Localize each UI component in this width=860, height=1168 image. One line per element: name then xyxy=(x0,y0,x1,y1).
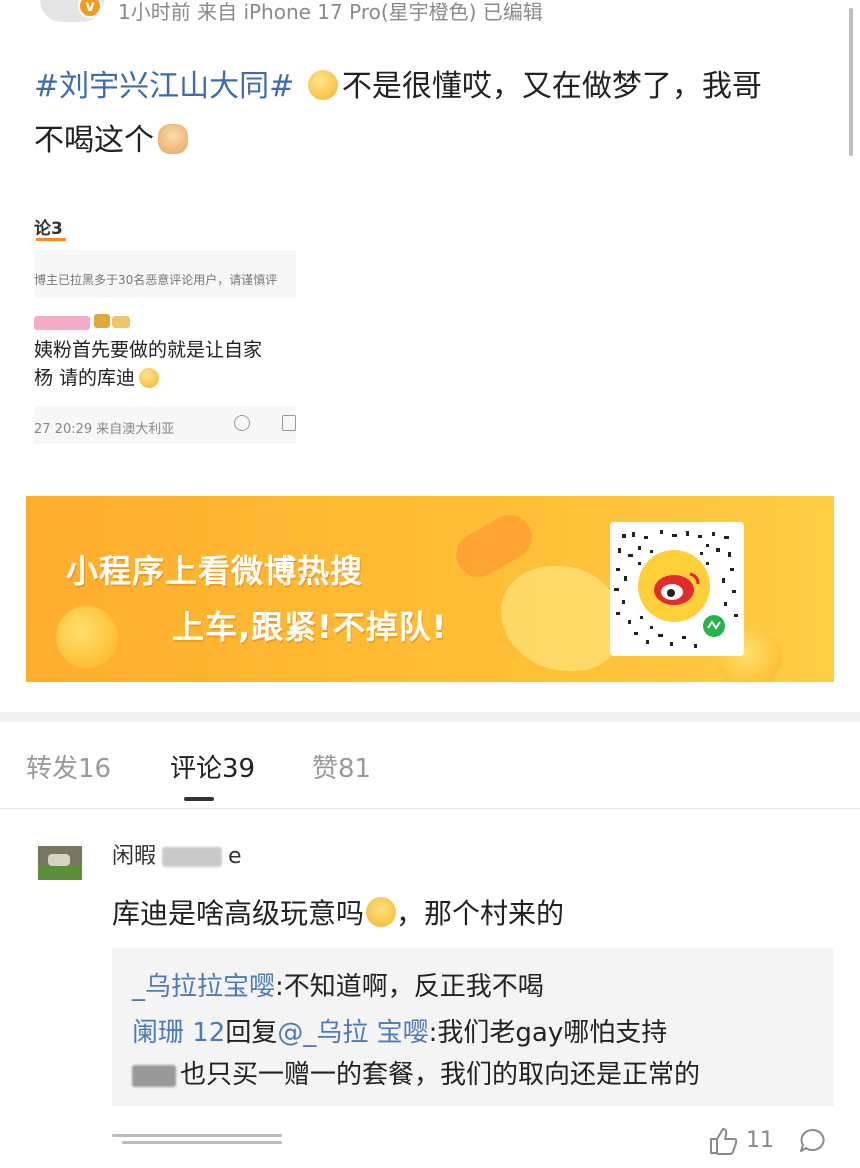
embed-username-redacted xyxy=(34,316,90,330)
crying-emoji-icon xyxy=(366,897,397,927)
reply-item: _乌拉拉宝嘤:不知道啊，反正我不喝 xyxy=(132,972,544,1002)
section-divider xyxy=(0,712,860,722)
like-count: 11 xyxy=(746,1128,774,1153)
embed-notice: 博主已拉黑多于30名恶意评论用户，请谨慎评 xyxy=(34,273,278,287)
reply-item: 也只买一赠一的套餐，我们的取向还是正常的 xyxy=(132,1054,700,1091)
embed-comment-count: 论3 xyxy=(34,219,63,239)
embed-level-badge xyxy=(112,316,130,328)
tab-likes[interactable]: 赞81 xyxy=(312,748,371,785)
smile-icon xyxy=(234,415,250,431)
commenter-avatar[interactable] xyxy=(38,846,82,880)
commenter-name[interactable]: 闲暇 e xyxy=(112,838,242,870)
tabs-divider xyxy=(0,808,860,809)
post-text-line1: 不是很懂哎，又在做梦了，我哥 xyxy=(341,69,762,104)
post-body: #刘宇兴江山大同# 不是很懂哎，又在做梦了，我哥 不喝这个 xyxy=(34,60,834,168)
comment-bubble-icon[interactable] xyxy=(798,1126,828,1156)
scrollbar[interactable] xyxy=(849,8,853,156)
thumbs-up-icon[interactable] xyxy=(708,1126,740,1156)
verified-badge-icon: v xyxy=(78,0,102,18)
comment-timestamp-redacted xyxy=(112,1132,292,1148)
post-text-line2: 不喝这个 xyxy=(34,123,154,158)
active-tab-indicator xyxy=(184,797,214,801)
post-meta: 1小时前 来自 iPhone 17 Pro(星宇橙色) 已编辑 xyxy=(118,0,543,24)
cloud-decoration xyxy=(501,566,621,671)
hashtag-link[interactable]: #刘宇兴江山大同# xyxy=(34,69,294,104)
embed-comment-text: 姨粉首先要做的就是让自家 杨 请的库迪 xyxy=(34,339,263,389)
qr-code-icon[interactable] xyxy=(610,522,744,656)
reply-username[interactable]: 阑珊 12 xyxy=(132,1018,225,1048)
embed-footer: 27 20:29 来自澳大利亚 xyxy=(34,422,175,437)
balloon-decoration xyxy=(56,606,118,668)
banner-subtitle: 上车,跟紧!不掉队! xyxy=(172,608,448,646)
reply-mention[interactable]: @_乌拉 宝嘤 xyxy=(277,1018,428,1048)
reply-username[interactable]: _乌拉拉宝嘤 xyxy=(132,972,275,1002)
comment-text: 库迪是啥高级玩意吗 ，那个村来的 xyxy=(112,897,565,930)
thinking-emoji-icon xyxy=(307,70,338,100)
tab-reposts[interactable]: 转发16 xyxy=(26,748,111,785)
crown-icon xyxy=(94,314,110,328)
banner-title: 小程序上看微博热搜 xyxy=(66,552,364,590)
cry-emoji-icon xyxy=(139,368,160,388)
dog-emoji-icon xyxy=(158,124,188,154)
mini-program-banner[interactable]: 小程序上看微博热搜 上车,跟紧!不掉队! xyxy=(26,496,834,682)
tab-comments[interactable]: 评论39 xyxy=(170,748,255,785)
embedded-screenshot-image[interactable]: 论3 博主已拉黑多于30名恶意评论用户，请谨慎评 姨粉首先要做的就是让自家 杨 … xyxy=(34,186,296,444)
embed-tab-underline xyxy=(36,238,66,241)
edit-icon xyxy=(282,415,296,431)
reply-thread[interactable]: _乌拉拉宝嘤:不知道啊，反正我不喝 阑珊 12回复@_乌拉 宝嘤:我们老gay哪… xyxy=(112,948,834,1106)
reply-item: 阑珊 12回复@_乌拉 宝嘤:我们老gay哪怕支持 xyxy=(132,1018,668,1048)
